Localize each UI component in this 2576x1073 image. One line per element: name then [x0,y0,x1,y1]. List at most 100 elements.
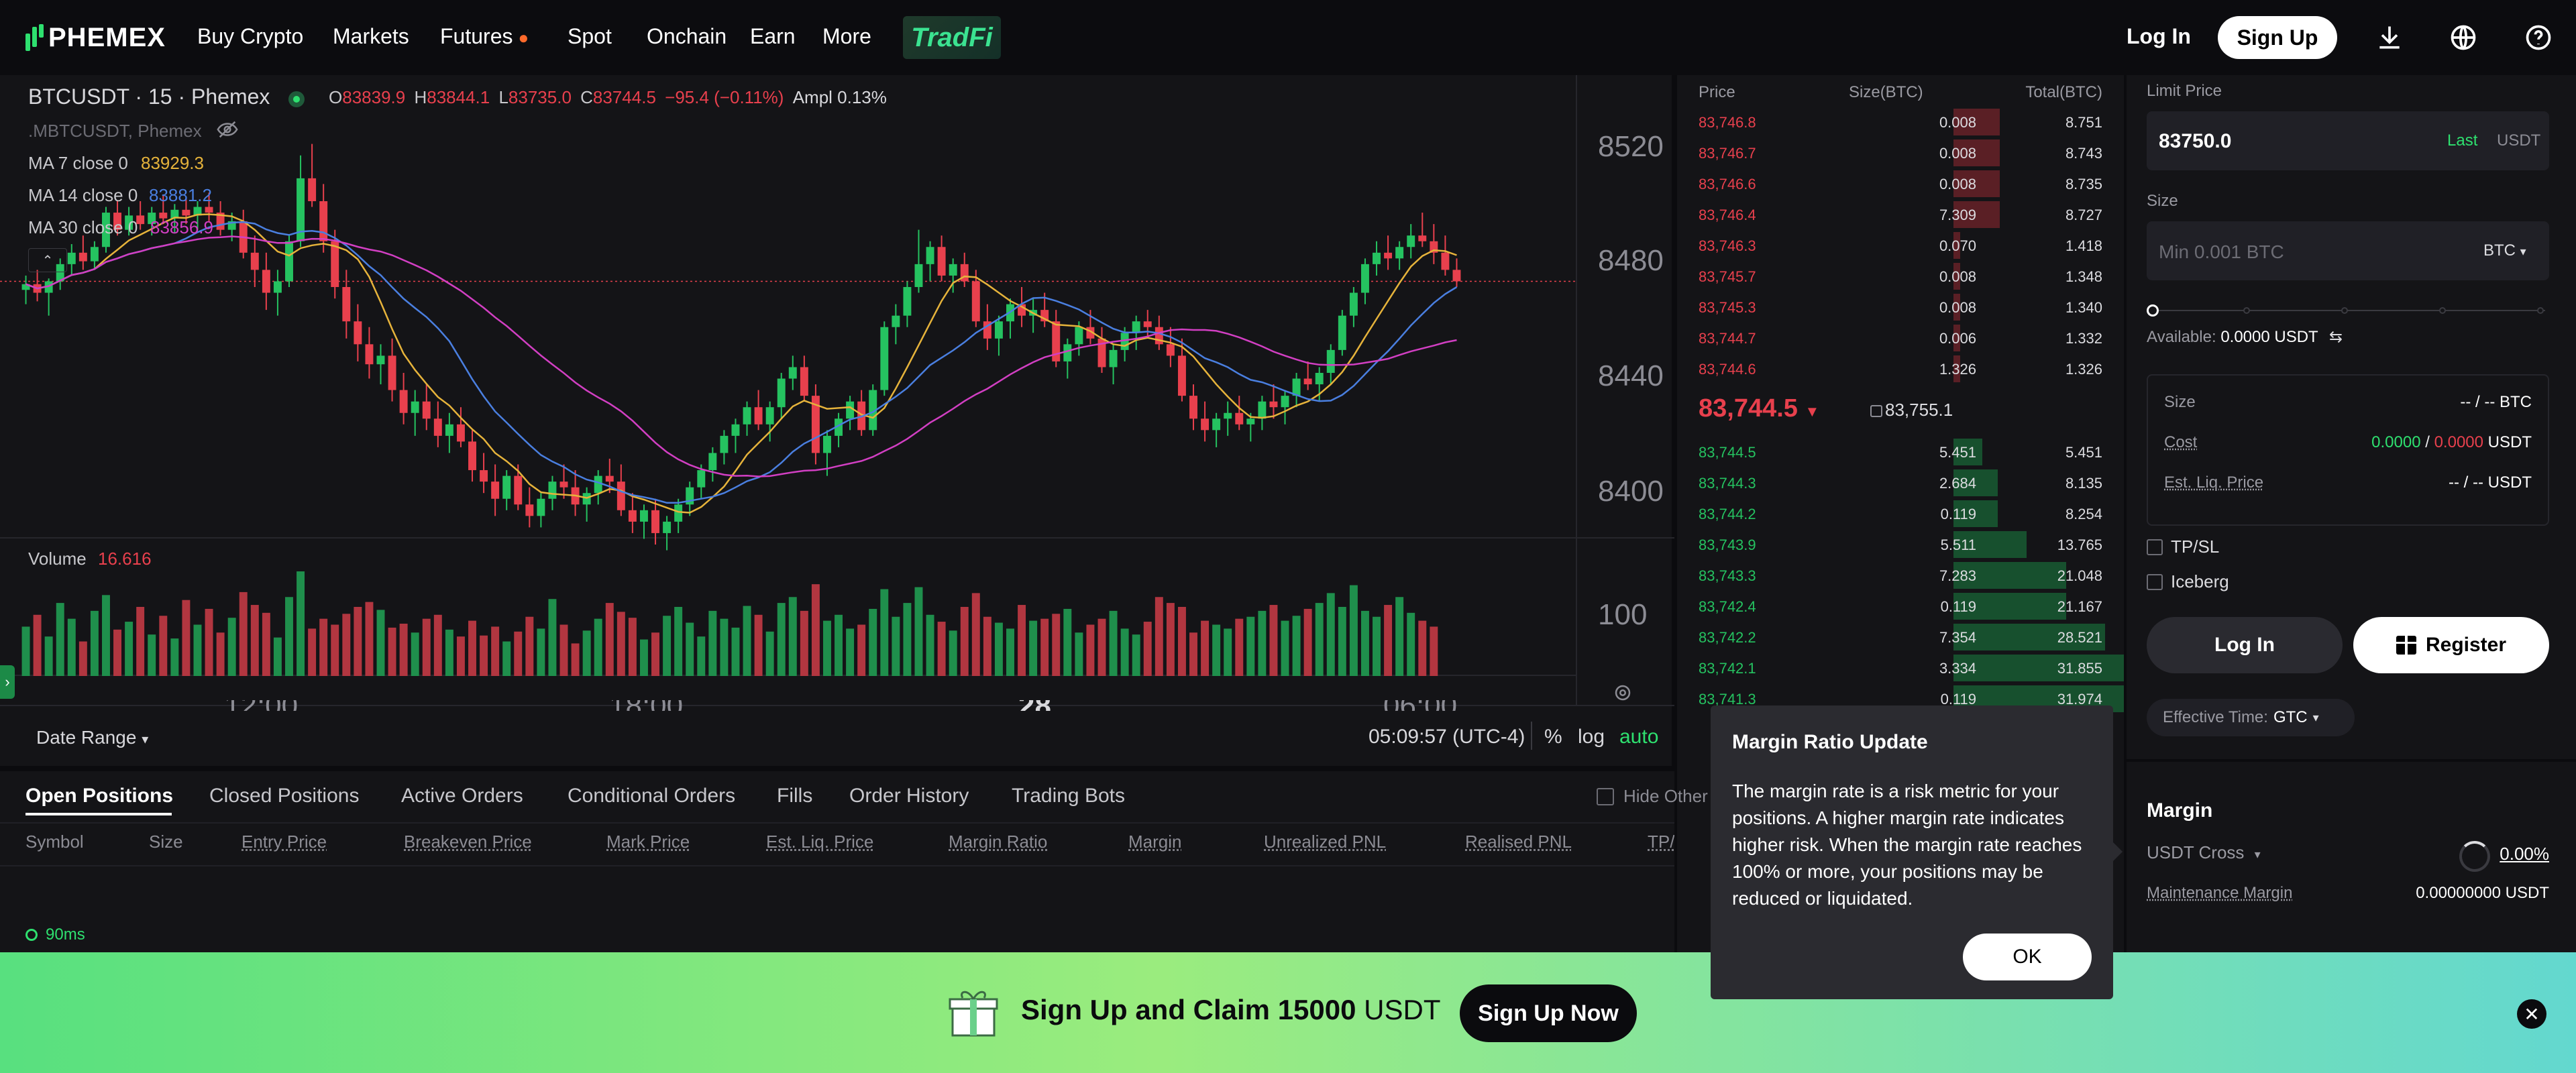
col-margin[interactable]: Margin [1128,832,1181,852]
time-axis: 12:00 18:00 28 06:00 [0,700,1580,711]
limit-price-input[interactable]: 83750.0 Last USDT [2147,111,2549,170]
col-mark-price[interactable]: Mark Price [606,832,690,852]
tab-open-positions[interactable]: Open Positions [25,785,173,807]
col-margin-ratio[interactable]: Margin Ratio [949,832,1047,852]
ask-price: 83,746.7 [1699,145,1756,162]
col-breakeven-price[interactable]: Breakeven Price [404,832,532,852]
ask-row[interactable]: 83,745.3 0.008 1.340 [1677,291,2124,322]
chevron-down-icon: ▾ [142,732,149,747]
ask-row[interactable]: 83,746.8 0.008 8.751 [1677,106,2124,137]
auto-scale-toggle[interactable]: auto [1619,726,1658,748]
popup-ok-button[interactable]: OK [1963,934,2092,980]
ask-row[interactable]: 83,746.4 7.309 8.727 [1677,199,2124,229]
expand-toolbar-button[interactable]: › [0,665,15,699]
volume-bar [67,618,76,676]
nav-buy-crypto[interactable]: Buy Crypto [197,24,303,49]
transfer-icon[interactable]: ⇆ [2329,328,2343,346]
bid-row[interactable]: 83,744.5 5.451 5.451 [1677,436,2124,467]
ask-row[interactable]: 83,744.6 1.326 1.326 [1677,353,2124,384]
login-link[interactable]: Log In [2127,24,2191,49]
bid-row[interactable]: 83,744.2 0.119 8.254 [1677,498,2124,528]
price-chart-panel[interactable]: BTCUSDT · 15 · Phemex O83839.9 H83844.1 … [0,75,1674,766]
nav-earn[interactable]: Earn [750,24,796,49]
volume-bar [193,624,202,676]
tab-conditional-orders[interactable]: Conditional Orders [568,785,735,807]
chart-settings-icon[interactable] [1613,683,1633,706]
candlestick-chart[interactable] [0,75,1674,766]
ask-price: 83,745.7 [1699,268,1756,285]
effective-time-dropdown[interactable]: Effective Time: GTC ▾ [2147,699,2355,736]
signup-now-button[interactable]: Sign Up Now [1460,984,1637,1042]
ma7-line [25,213,1457,514]
volume-bar [823,620,831,676]
margin-mode-dropdown[interactable]: USDT Cross ▾ [2147,842,2261,863]
signup-button[interactable]: Sign Up [2218,16,2337,59]
col-realised-pnl[interactable]: Realised PNL [1465,832,1572,852]
latency-value: 90ms [46,925,85,944]
maintenance-margin-label[interactable]: Maintenance Margin [2147,884,2292,903]
tab-trading-bots[interactable]: Trading Bots [1012,785,1125,807]
volume-bar [342,614,351,676]
margin-ratio-value[interactable]: 0.00% [2500,844,2549,864]
candle-body [1373,252,1381,264]
bid-row[interactable]: 83,742.2 7.354 28.521 [1677,621,2124,652]
download-icon[interactable] [2372,20,2407,55]
last-price-button[interactable]: Last [2447,131,2477,150]
bid-row[interactable]: 83,743.3 7.283 21.048 [1677,559,2124,590]
ask-row[interactable]: 83,746.3 0.070 1.418 [1677,229,2124,260]
ask-row[interactable]: 83,746.7 0.008 8.743 [1677,137,2124,168]
login-button[interactable]: Log In [2147,617,2343,673]
brand-logo[interactable]: PHEMEX [25,23,166,52]
nav-markets[interactable]: Markets [333,24,409,49]
percent-scale-toggle[interactable]: % [1544,726,1562,748]
ma14-value: 83881.2 [149,185,212,205]
col-tpsl[interactable]: TP/SL(T [1648,832,1674,852]
col-entry-price[interactable]: Entry Price [241,832,327,852]
collapse-legend-button[interactable]: ⌃ [28,248,67,272]
col-liq-price[interactable]: Est. Liq. Price [766,832,873,852]
available-label: Available: [2147,328,2216,346]
close-banner-button[interactable]: ✕ [2517,999,2546,1029]
liq-price-label[interactable]: Est. Liq. Price [2164,473,2263,492]
nav-spot[interactable]: Spot [568,24,612,49]
size-input[interactable]: Min 0.001 BTC BTC ▾ [2147,221,2549,280]
tab-closed-positions[interactable]: Closed Positions [209,785,359,807]
register-button[interactable]: Register [2353,617,2549,673]
ask-row[interactable]: 83,745.7 0.008 1.348 [1677,260,2124,291]
volume-bar [708,610,717,676]
volume-bar [433,614,442,676]
size-unit-dropdown[interactable]: BTC ▾ [2483,241,2526,260]
candle-body [1109,349,1118,368]
ask-total: 8.727 [2065,207,2102,223]
nav-futures[interactable]: Futures ● [440,24,529,49]
cost-label[interactable]: Cost [2164,433,2197,452]
volume-bar [983,616,991,676]
bid-row[interactable]: 83,742.4 0.119 21.167 [1677,590,2124,621]
slider-handle[interactable] [2147,304,2159,317]
tab-active-orders[interactable]: Active Orders [401,785,523,807]
date-range-dropdown[interactable]: Date Range ▾ [36,727,148,748]
ask-row[interactable]: 83,744.7 0.006 1.332 [1677,322,2124,353]
bid-row[interactable]: 83,743.9 5.511 13.765 [1677,528,2124,559]
iceberg-checkbox[interactable]: Iceberg [2147,571,2229,592]
nav-onchain[interactable]: Onchain [647,24,727,49]
tradfi-button[interactable]: TradFi [903,16,1001,59]
candle-body [1418,235,1427,241]
ask-price: 83,746.8 [1699,114,1756,131]
tab-order-history[interactable]: Order History [849,785,969,807]
size-slider[interactable] [2147,303,2549,319]
globe-icon[interactable] [2446,20,2481,55]
volume-bar [1212,624,1221,676]
bid-row[interactable]: 83,742.1 3.334 31.855 [1677,652,2124,683]
eye-hidden-icon[interactable] [216,119,239,143]
bid-row[interactable]: 83,744.3 2.684 8.135 [1677,467,2124,498]
log-scale-toggle[interactable]: log [1578,726,1605,748]
tpsl-checkbox[interactable]: TP/SL [2147,536,2219,557]
ask-row[interactable]: 83,746.6 0.008 8.735 [1677,168,2124,199]
nav-more[interactable]: More [822,24,871,49]
candle-body [594,475,602,494]
hide-other-checkbox[interactable]: Hide Other [1597,786,1708,807]
col-unrealized-pnl[interactable]: Unrealized PNL [1264,832,1386,852]
help-icon[interactable] [2521,20,2556,55]
tab-fills[interactable]: Fills [777,785,812,807]
